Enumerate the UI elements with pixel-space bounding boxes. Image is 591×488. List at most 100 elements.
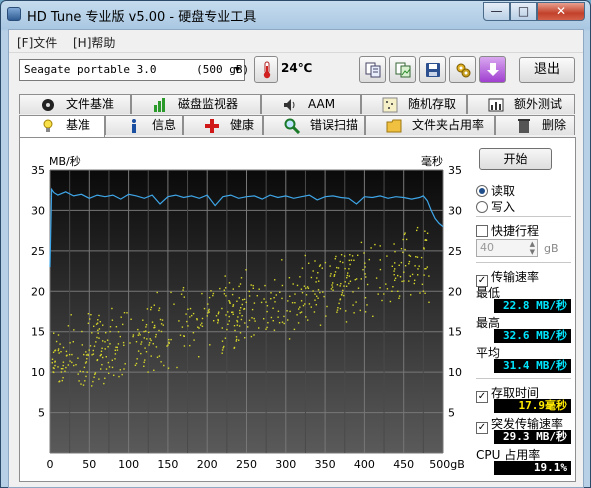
access-time-point bbox=[208, 311, 210, 313]
access-time-point bbox=[143, 337, 145, 339]
access-time-point bbox=[151, 321, 154, 323]
download-button[interactable] bbox=[479, 56, 506, 83]
divider bbox=[476, 378, 571, 379]
access-time-point bbox=[113, 374, 115, 376]
access-time-point bbox=[162, 324, 164, 326]
access-time-point bbox=[302, 304, 305, 307]
quick-stroke-input[interactable]: 40 ▲ ▼ bbox=[476, 239, 538, 257]
copy-text-button[interactable] bbox=[359, 56, 386, 83]
menu-help[interactable]: [H]帮助 bbox=[73, 34, 115, 51]
tab-label: 错误扫描 bbox=[310, 118, 359, 132]
access-time-point bbox=[248, 319, 251, 322]
copy-screenshot-button[interactable] bbox=[389, 56, 416, 83]
access-time-point bbox=[237, 316, 239, 318]
access-time-point bbox=[154, 336, 157, 338]
read-radio[interactable] bbox=[476, 185, 488, 197]
chevron-down-icon: ▼ bbox=[234, 65, 240, 75]
drive-select[interactable]: Seagate portable 3.0 (500 gB) ▼ bbox=[19, 59, 249, 81]
y-tick-label-left: 30 bbox=[31, 204, 45, 217]
maximize-button[interactable]: □ bbox=[510, 2, 537, 21]
access-time-point bbox=[332, 289, 334, 291]
close-button[interactable]: ✕ bbox=[537, 2, 585, 21]
x-tick-label: 400 bbox=[354, 458, 375, 471]
tab-benchmark[interactable]: 基准 bbox=[19, 115, 105, 137]
exit-button[interactable]: 退出 bbox=[519, 57, 575, 83]
tab-label: 磁盘监视器 bbox=[178, 97, 239, 111]
options-button[interactable] bbox=[449, 56, 476, 83]
access-time-point bbox=[245, 269, 247, 271]
access-time-point bbox=[347, 272, 349, 274]
access-time-value: 17.9毫秒 bbox=[494, 399, 571, 413]
access-time-point bbox=[238, 339, 240, 341]
minimize-button[interactable]: — bbox=[483, 2, 510, 21]
access-time-point bbox=[341, 292, 344, 294]
menu-file[interactable]: [F]文件 bbox=[17, 34, 57, 51]
access-time-point bbox=[288, 277, 291, 279]
access-time-point bbox=[111, 319, 114, 321]
access-time-point bbox=[119, 369, 121, 371]
access-time-point bbox=[189, 344, 191, 347]
access-time-point bbox=[192, 332, 195, 334]
tab-label: 文件基准 bbox=[66, 97, 115, 111]
access-time-point bbox=[77, 357, 79, 359]
tab-error-scan[interactable]: 错误扫描 bbox=[263, 115, 365, 135]
access-time-point bbox=[228, 315, 230, 318]
tab-extra-tests[interactable]: 额外测试 bbox=[467, 94, 575, 114]
access-time-point bbox=[424, 292, 426, 294]
access-time-point bbox=[55, 340, 58, 343]
access-time-checkbox[interactable]: ✓ bbox=[476, 391, 488, 403]
access-time-point bbox=[207, 310, 210, 312]
access-time-point bbox=[183, 335, 185, 337]
tab-info[interactable]: 信息 bbox=[105, 115, 183, 135]
access-time-point bbox=[341, 294, 343, 296]
burst-rate-checkbox[interactable]: ✓ bbox=[476, 422, 488, 434]
access-time-point bbox=[393, 243, 395, 245]
access-time-point bbox=[348, 259, 350, 262]
access-time-point bbox=[414, 279, 416, 281]
access-time-point bbox=[75, 364, 77, 366]
access-time-point bbox=[106, 339, 109, 341]
temperature-button[interactable] bbox=[254, 56, 278, 83]
tab-erase[interactable]: 删除 bbox=[495, 115, 575, 135]
access-time-point bbox=[317, 272, 319, 274]
start-button[interactable]: 开始 bbox=[479, 148, 552, 170]
access-time-point bbox=[357, 254, 359, 256]
read-option[interactable]: 读取 bbox=[476, 182, 515, 199]
access-time-point bbox=[363, 252, 365, 254]
write-radio[interactable] bbox=[476, 201, 488, 213]
access-time-point bbox=[415, 256, 417, 258]
tab-folder-usage[interactable]: 文件夹占用率 bbox=[365, 115, 495, 135]
y-tick-label-right: 5 bbox=[448, 407, 455, 420]
title-bar[interactable]: HD Tune 专业版 v5.00 - 硬盘专业工具 — □ ✕ bbox=[1, 1, 590, 29]
access-time-point bbox=[173, 303, 175, 305]
quick-stroke-value: 40 bbox=[480, 241, 494, 254]
tab-health[interactable]: 健康 bbox=[183, 115, 263, 135]
access-time-point bbox=[225, 314, 227, 316]
access-time-point bbox=[104, 341, 106, 343]
tab-disk-monitor[interactable]: 磁盘监视器 bbox=[131, 94, 261, 114]
access-time-point bbox=[221, 340, 224, 342]
access-time-point bbox=[426, 266, 428, 268]
access-time-point bbox=[253, 317, 255, 320]
spin-arrows-icon[interactable]: ▲ ▼ bbox=[530, 240, 535, 256]
write-option[interactable]: 写入 bbox=[476, 198, 515, 215]
access-time-point bbox=[291, 302, 294, 304]
quick-stroke-checkbox[interactable] bbox=[476, 225, 488, 237]
tab-aam[interactable]: AAM bbox=[261, 94, 361, 114]
access-time-point bbox=[148, 344, 150, 346]
save-button[interactable] bbox=[419, 56, 446, 83]
access-time-point bbox=[94, 372, 97, 374]
access-time-point bbox=[168, 338, 170, 341]
access-time-point bbox=[351, 255, 354, 257]
access-time-point bbox=[232, 288, 234, 290]
access-time-point bbox=[374, 243, 376, 246]
access-time-point bbox=[423, 274, 425, 276]
quick-stroke-option[interactable]: 快捷行程 bbox=[476, 222, 539, 239]
tab-random-access[interactable]: 随机存取 bbox=[361, 94, 467, 114]
access-time-point bbox=[281, 284, 284, 287]
access-time-point bbox=[426, 232, 429, 234]
x-tick-label: 500gB bbox=[429, 458, 465, 471]
access-time-point bbox=[345, 285, 348, 287]
tab-file-benchmark[interactable]: 文件基准 bbox=[19, 94, 131, 114]
benchmark-panel: MB/秒 毫秒 5 5 10 10 15 15 20 20 25 25 30 30 35 35 0 50 100 15… bbox=[19, 137, 576, 482]
